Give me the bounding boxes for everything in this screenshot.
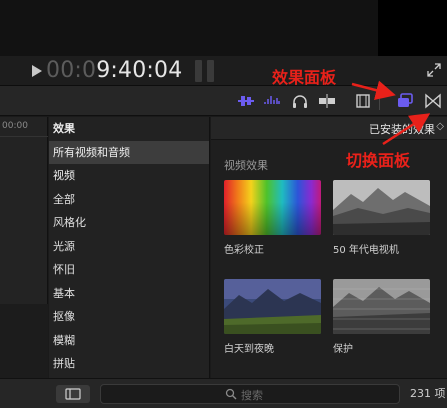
sidebar-item-blur[interactable]: 模糊 <box>49 329 209 353</box>
timecode-display[interactable]: 00:09:40:04 <box>46 58 182 83</box>
chevron-updown-icon[interactable]: ◇ <box>436 121 444 132</box>
effects-browser-icon[interactable] <box>396 93 414 109</box>
timecode-leading: 00:0 <box>46 58 97 83</box>
effect-label: 白天到夜晚 <box>224 344 274 355</box>
fullscreen-icon[interactable] <box>426 62 442 78</box>
effect-label: 色彩校正 <box>224 245 264 256</box>
playback-bar: 00:09:40:04 <box>0 56 447 86</box>
search-placeholder: 搜索 <box>241 389 263 402</box>
installed-effects-menu[interactable]: 已安装的效果 <box>369 121 435 137</box>
timeline-track <box>0 304 48 378</box>
mountain-bw-image <box>333 180 430 235</box>
sidebar-item-light[interactable]: 光源 <box>49 235 209 259</box>
search-icon <box>225 388 237 400</box>
sidebar-item-basics[interactable]: 基本 <box>49 282 209 306</box>
dusk-mountain-image <box>224 279 321 334</box>
sidebar-item-video[interactable]: 视频 <box>49 164 209 188</box>
effect-thumbnail-day-into-night[interactable] <box>224 279 321 334</box>
sidebar-item-all[interactable]: 全部 <box>49 188 209 212</box>
video-scopes-icon[interactable] <box>237 93 255 109</box>
snapping-icon[interactable] <box>318 93 336 109</box>
effect-thumbnail-security[interactable] <box>333 279 430 334</box>
effect-label: 50 年代电视机 <box>333 245 399 256</box>
sidebar-item-tiling[interactable]: 拼贴 <box>49 352 209 376</box>
toolbar-divider <box>379 92 380 110</box>
sidebar-item-keying[interactable]: 抠像 <box>49 305 209 329</box>
effect-thumbnail-50s-tv[interactable] <box>333 180 430 235</box>
timeline-toolbar <box>0 86 447 116</box>
effects-sidebar: 效果 所有视频和音频 视频 全部 风格化 光源 怀旧 基本 抠像 模糊 拼贴 <box>49 117 210 378</box>
audio-meter-icon <box>195 60 217 82</box>
effect-thumbnail-color-correction[interactable] <box>224 180 321 235</box>
play-icon[interactable] <box>32 65 42 77</box>
audio-waveform-icon[interactable] <box>263 93 281 109</box>
section-title: 视频效果 <box>224 159 268 172</box>
clip-appearance-icon[interactable] <box>354 93 372 109</box>
annotation-transitions-panel: 切换面板 <box>346 151 411 170</box>
timeline-ruler: 00:00 <box>0 117 48 137</box>
browser-header: 已安装的效果 ◇ <box>211 117 447 140</box>
sidebar-item-all-video-audio[interactable]: 所有视频和音频 <box>49 140 209 164</box>
sidebar-icon <box>65 388 81 400</box>
noisy-mountain-image <box>333 279 430 334</box>
item-count: 231 项 <box>410 387 446 400</box>
timeline-area: 00:00 <box>0 117 48 378</box>
sidebar-header: 效果 <box>53 122 75 135</box>
browser-footer: 搜索 231 项 <box>0 378 447 408</box>
sidebar-toggle-button[interactable] <box>56 385 90 403</box>
viewer-image <box>378 0 447 56</box>
effect-label: 保护 <box>333 344 353 355</box>
effects-browser: 已安装的效果 ◇ 视频效果 色彩校正 50 年代电视机 白天到夜晚 保护 <box>211 117 447 378</box>
headphones-icon[interactable] <box>291 93 309 109</box>
sidebar-item-stylize[interactable]: 风格化 <box>49 211 209 235</box>
timecode-value: 9:40:04 <box>96 58 183 83</box>
search-field[interactable]: 搜索 <box>100 384 400 404</box>
annotation-effects-panel: 效果面板 <box>272 68 337 87</box>
sidebar-item-retro[interactable]: 怀旧 <box>49 258 209 282</box>
transitions-browser-icon[interactable] <box>424 93 442 109</box>
